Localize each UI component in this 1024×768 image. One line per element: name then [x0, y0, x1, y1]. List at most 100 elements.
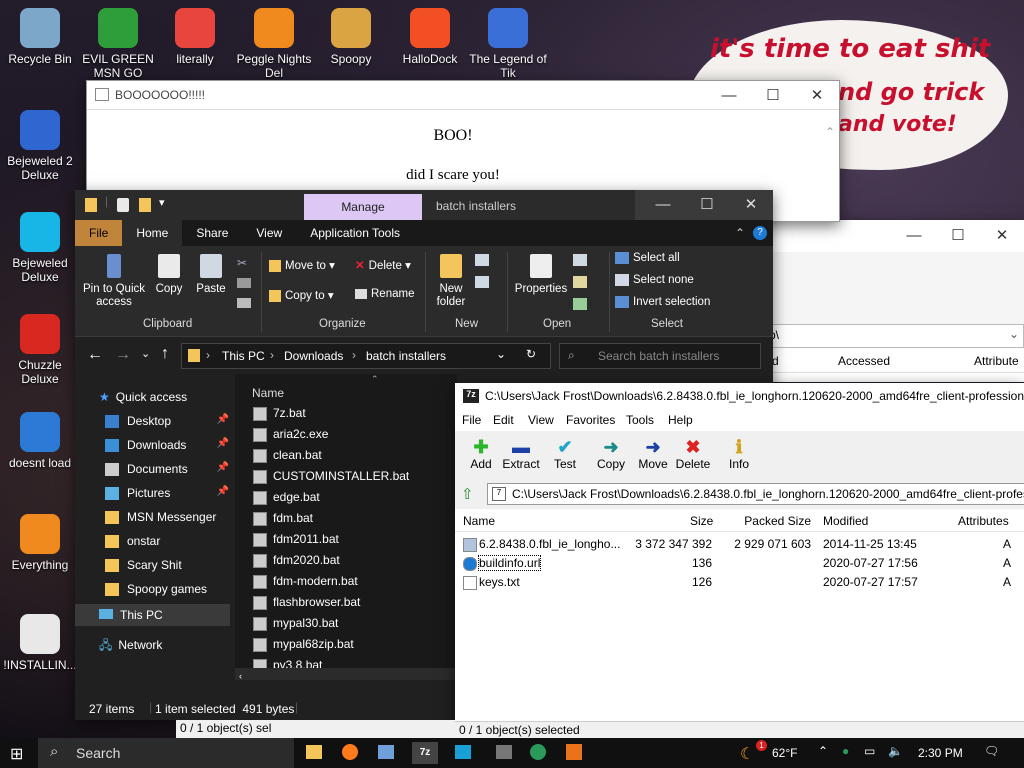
breadcrumb-downloads[interactable]: Downloads: [284, 349, 343, 363]
tab-view[interactable]: View: [242, 220, 296, 246]
properties-button[interactable]: Properties: [513, 254, 569, 295]
file-row[interactable]: mypal30.bat: [253, 616, 338, 631]
toolbar-button[interactable]: ℹ Info: [719, 437, 759, 471]
desktop-icon[interactable]: Bejeweled 2 Deluxe: [0, 110, 80, 182]
new-folder-quick-icon[interactable]: [139, 198, 151, 212]
customize-toolbar-icon[interactable]: ▾: [159, 196, 165, 209]
invert-selection-button[interactable]: Invert selection: [615, 296, 710, 308]
minimize-icon[interactable]: —: [707, 87, 751, 104]
open-icon[interactable]: [573, 254, 587, 266]
file-row[interactable]: edge.bat: [253, 490, 320, 505]
move-to-button[interactable]: Move to ▾: [269, 258, 335, 272]
desktop-icon[interactable]: The Legend of Tik: [468, 8, 548, 80]
search-input[interactable]: ⌕ Search batch installers: [559, 343, 761, 369]
file-row[interactable]: fdm2011.bat: [253, 532, 339, 547]
close-icon[interactable]: ✕: [980, 226, 1024, 244]
table-row[interactable]: keys.txt 126 2020-07-27 17:57 A: [455, 573, 1024, 592]
network-tray-icon[interactable]: ▭: [864, 744, 875, 758]
manage-tab[interactable]: Manage: [304, 194, 422, 220]
7zip-path-input[interactable]: 7 C:\Users\Jack Frost\Downloads\6.2.8438…: [487, 483, 1024, 505]
collapse-ribbon-icon[interactable]: ⌃: [735, 226, 745, 240]
nav-network[interactable]: 🖧 Network: [99, 636, 162, 657]
close-icon[interactable]: ✕: [729, 195, 773, 213]
file-explorer-taskbar-icon[interactable]: [306, 745, 322, 759]
up-arrow-icon[interactable]: ↑: [161, 345, 169, 363]
new-folder-button[interactable]: New folder: [431, 254, 471, 309]
scroll-left-icon[interactable]: ‹: [239, 671, 242, 681]
nav-item[interactable]: Documents 📌: [105, 462, 229, 477]
file-row[interactable]: fdm.bat: [253, 511, 313, 526]
maximize-icon[interactable]: ☐: [936, 226, 980, 244]
tab-home[interactable]: Home: [122, 220, 183, 246]
toolbar-button[interactable]: ✚ Add: [461, 437, 501, 471]
edit-icon[interactable]: [573, 276, 587, 288]
select-all-button[interactable]: Select all: [615, 252, 680, 264]
nav-item[interactable]: Downloads 📌: [105, 438, 229, 453]
desktop-icon[interactable]: doesnt load: [0, 412, 80, 470]
nav-item[interactable]: MSN Messenger: [105, 510, 229, 525]
file-row[interactable]: clean.bat: [253, 448, 322, 463]
close-icon[interactable]: ✕: [795, 86, 839, 104]
menu-item[interactable]: Tools: [626, 413, 654, 427]
desktop-icon[interactable]: EVIL GREEN MSN GO: [78, 8, 158, 80]
app2-taskbar-icon[interactable]: [455, 745, 471, 759]
app-taskbar-icon[interactable]: [378, 745, 394, 759]
breadcrumb-batch-installers[interactable]: batch installers: [366, 349, 446, 363]
back-arrow-icon[interactable]: ←: [87, 346, 103, 364]
easy-access-icon[interactable]: [475, 276, 489, 288]
tray-app-icon[interactable]: ●: [842, 744, 849, 758]
copy-button[interactable]: Copy: [151, 254, 187, 295]
windows-start-icon[interactable]: ⊞: [10, 744, 23, 764]
desktop-icon[interactable]: Everything: [0, 514, 80, 572]
toolbar-button[interactable]: ✖ Delete: [673, 437, 713, 471]
menu-item[interactable]: Favorites: [566, 413, 615, 427]
column-header-name[interactable]: Name: [252, 386, 284, 400]
scroll-up-icon[interactable]: ⌃: [825, 125, 835, 139]
breadcrumb[interactable]: › This PC › Downloads › batch installers…: [181, 343, 551, 369]
desktop-icon[interactable]: literally: [155, 8, 235, 66]
refresh-icon[interactable]: ↻: [526, 347, 536, 361]
column-header-modified[interactable]: Modified: [823, 514, 868, 528]
menu-item[interactable]: View: [528, 413, 554, 427]
column-header-attributes[interactable]: Attribute: [974, 354, 1019, 368]
minimize-icon[interactable]: —: [641, 196, 685, 213]
nav-item[interactable]: onstar: [105, 534, 229, 549]
address-bar[interactable]: p\ ⌄: [760, 324, 1024, 348]
toolbar-button[interactable]: ➜ Move: [633, 437, 673, 471]
boo-titlebar[interactable]: BOOOOOOO!!!!! — ☐ ✕: [87, 81, 839, 110]
up-folder-icon[interactable]: ⇧: [461, 485, 474, 503]
maximize-icon[interactable]: ☐: [685, 195, 729, 213]
recent-locations-icon[interactable]: ⌄: [141, 347, 150, 360]
toolbar-button[interactable]: ➜ Copy: [591, 437, 631, 471]
volume-icon[interactable]: 🔈: [888, 744, 903, 758]
weather-widget[interactable]: ☾ 1 62°F: [738, 740, 808, 764]
desktop-icon[interactable]: Bejeweled Deluxe: [0, 212, 80, 284]
paste-button[interactable]: Paste: [193, 254, 229, 295]
toolbar-button[interactable]: ▬ Extract: [501, 437, 541, 471]
nav-item[interactable]: Pictures 📌: [105, 486, 229, 501]
nav-this-pc[interactable]: This PC: [75, 604, 230, 626]
desktop-icon[interactable]: Recycle Bin: [0, 8, 80, 66]
column-header-name[interactable]: Name: [463, 514, 495, 528]
show-hidden-icons-icon[interactable]: ⌃: [818, 744, 828, 758]
forward-arrow-icon[interactable]: →: [115, 346, 131, 364]
maximize-icon[interactable]: ☐: [751, 86, 795, 104]
copy-to-button[interactable]: Copy to ▾: [269, 288, 334, 302]
tab-file[interactable]: File: [75, 220, 123, 246]
copy-path-icon[interactable]: [237, 278, 251, 288]
nav-item[interactable]: Spoopy games: [105, 582, 229, 597]
file-row[interactable]: mypal68zip.bat: [253, 637, 354, 652]
file-row[interactable]: fdm-modern.bat: [253, 574, 358, 589]
quick-access-item[interactable]: ★ Quick access: [99, 390, 187, 404]
tab-share[interactable]: Share: [182, 220, 242, 246]
chevron-down-icon[interactable]: ⌄: [1009, 327, 1019, 341]
nav-item[interactable]: Scary Shit: [105, 558, 229, 573]
pin-to-quick-access-button[interactable]: Pin to Quick access: [81, 254, 147, 309]
file-row[interactable]: CUSTOMINSTALLER.bat: [253, 469, 409, 484]
paste-shortcut-icon[interactable]: [237, 298, 251, 308]
7zip-window[interactable]: 7z C:\Users\Jack Frost\Downloads\6.2.843…: [455, 383, 1024, 739]
table-row[interactable]: 6.2.8438.0.fbl_ie_longho... 3 372 347 392…: [455, 535, 1024, 554]
new-item-icon[interactable]: [475, 254, 489, 266]
table-row[interactable]: buildinfo.url 136 2020-07-27 17:56 A: [455, 554, 1024, 573]
app4-taskbar-icon[interactable]: [530, 744, 546, 760]
